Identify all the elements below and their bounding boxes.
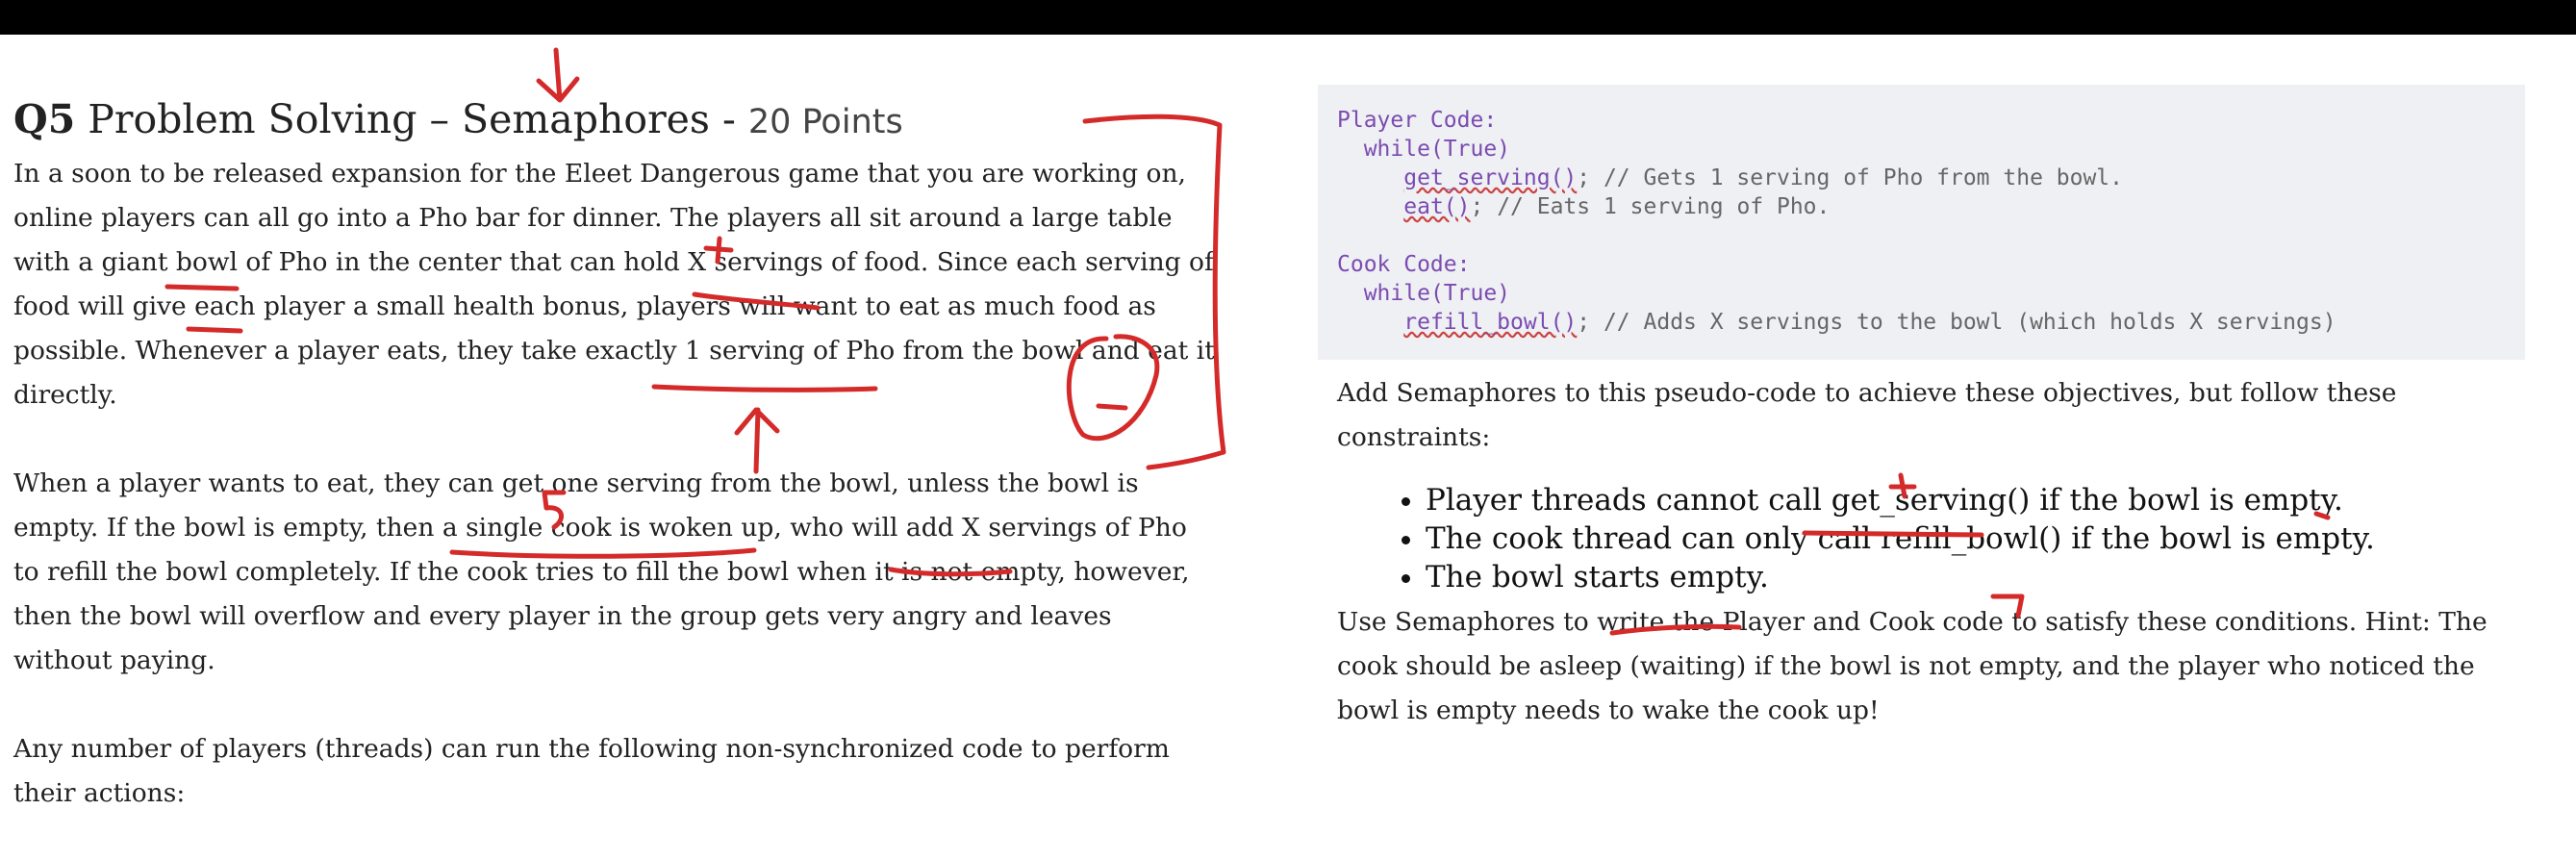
player-while-loop: while(True) [1363,137,1511,162]
refill-bowl-call: refill_bowl() [1403,310,1578,335]
code-block: Player Code: while(True) get_serving(); … [1318,85,2525,360]
eat-comment: ; // Eats 1 serving of Pho. [1470,194,1831,219]
constraint-item: The cook thread can only call refill_bow… [1426,519,2525,558]
eat-call: eat() [1403,194,1471,219]
question-label: Q5 [13,96,76,142]
hint-text: Use Semaphores to write the Player and C… [1337,607,2488,725]
cook-while-loop: while(True) [1363,281,1511,306]
constraints-list: Player threads cannot call get_serving()… [1318,481,2525,596]
top-bar [0,0,2576,35]
question-left-column: Q5 Problem Solving – Semaphores - 20 Poi… [13,96,1216,860]
refill-bowl-comment: ; // Adds X servings to the bowl (which … [1577,310,2336,335]
constraint-item: The bowl starts empty. [1426,558,2525,596]
question-right-column: Player Code: while(True) get_serving(); … [1318,85,2525,733]
instructions-text: Add Semaphores to this pseudo-code to ac… [1337,378,2397,452]
paragraph-rules: When a player wants to eat, they can get… [13,468,1190,675]
player-code-header: Player Code: [1337,108,1498,133]
question-points: 20 Points [747,103,903,141]
cook-code-header: Cook Code: [1337,252,1471,277]
question-title: Q5 Problem Solving – Semaphores - 20 Poi… [13,96,1216,142]
question-title-text: Problem Solving – Semaphores - [75,96,748,142]
ink-arrow-title [536,47,580,103]
get-serving-call: get_serving() [1403,165,1578,190]
get-serving-comment: ; // Gets 1 serving of Pho from the bowl… [1577,165,2123,190]
constraint-item: Player threads cannot call get_serving()… [1426,481,2525,519]
paragraph-intro: In a soon to be released expansion for t… [13,159,1215,410]
paragraph-players: Any number of players (threads) can run … [13,734,1170,808]
